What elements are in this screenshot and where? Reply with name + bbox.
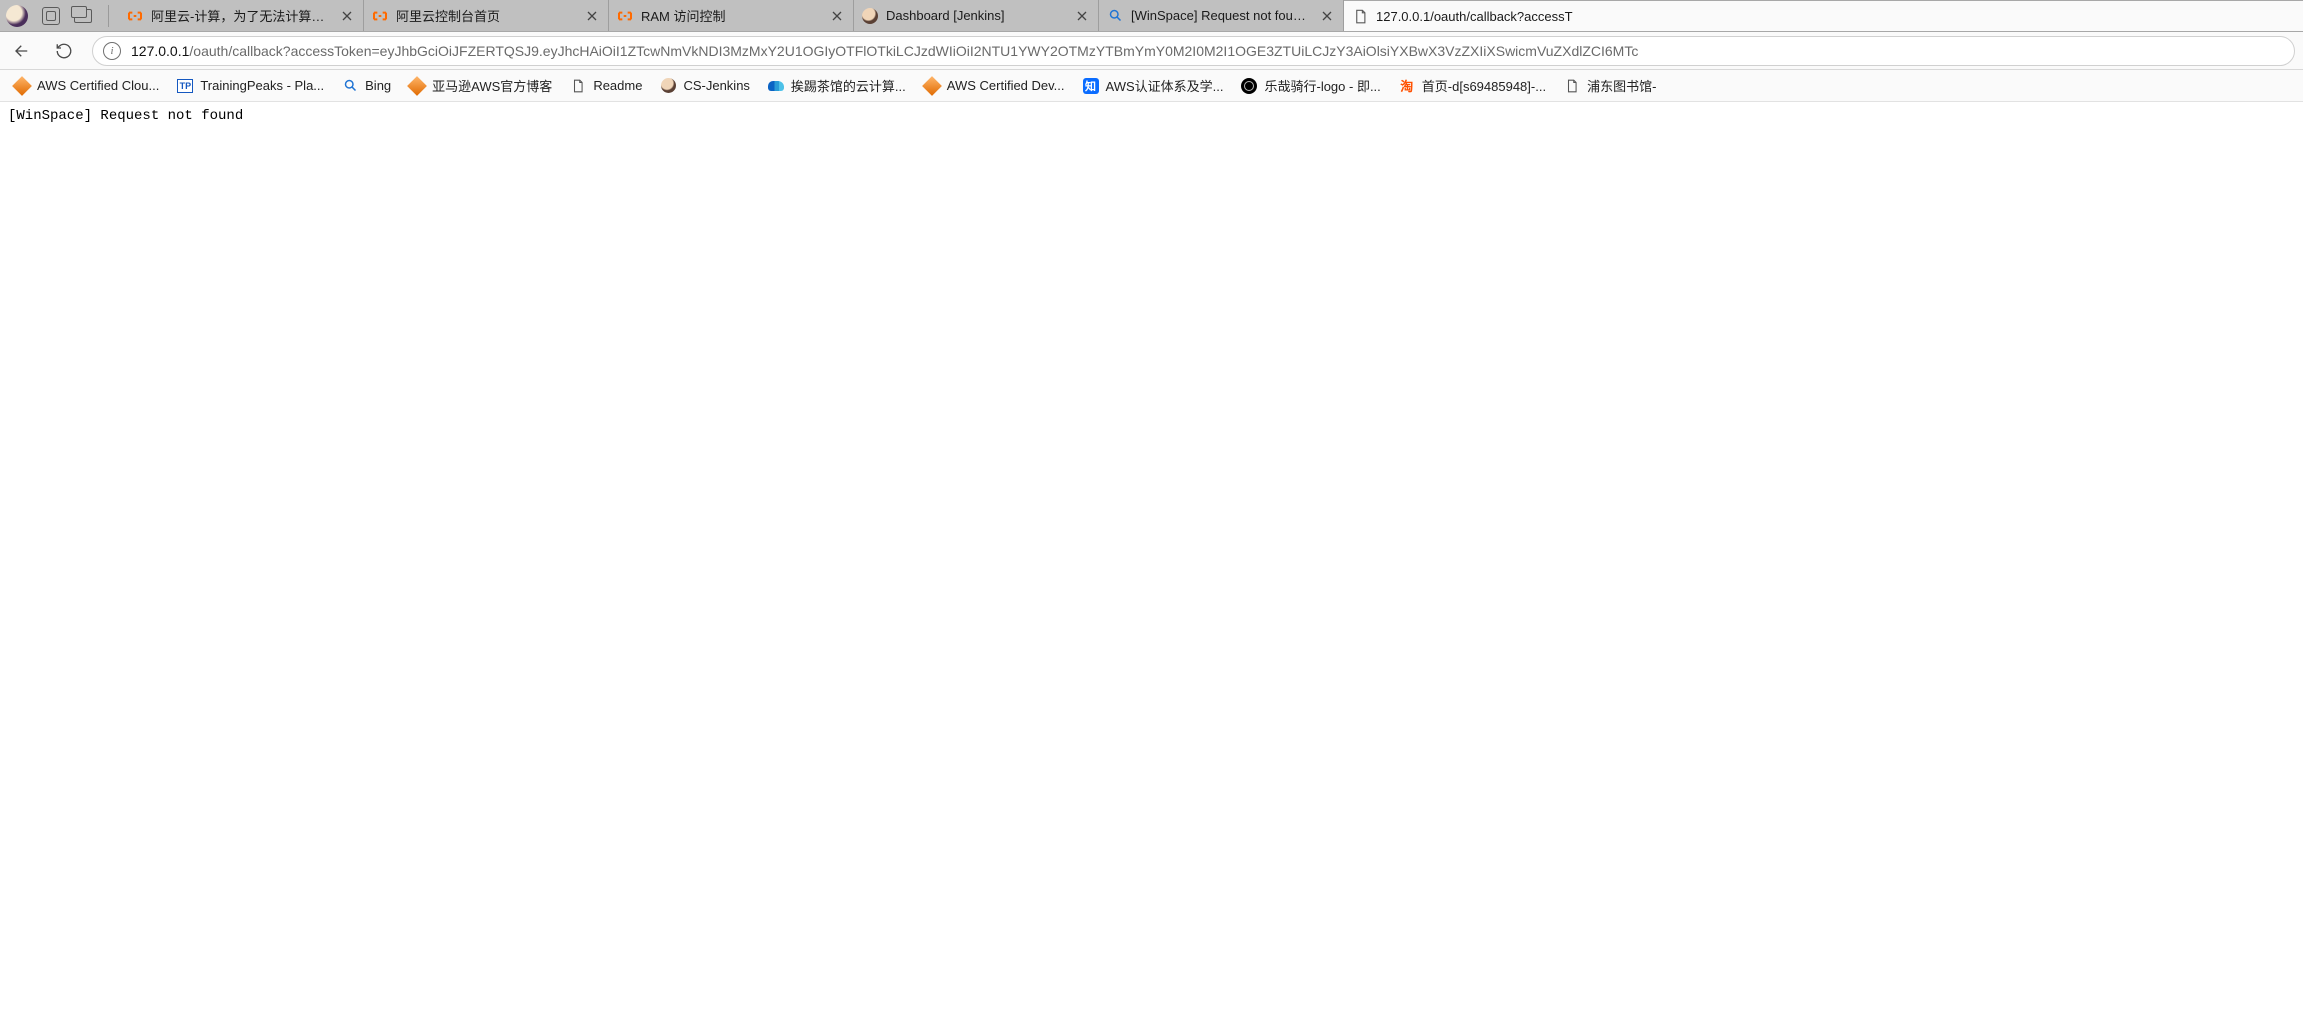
tab-label: RAM 访问控制 [641, 6, 821, 25]
bookmark-label: 挨踢茶馆的云计算... [791, 76, 906, 95]
tab-label: [WinSpace] Request not found - [1131, 8, 1311, 23]
aliyun-icon [617, 8, 633, 24]
jenkins-icon [862, 8, 878, 24]
page-content: [WinSpace] Request not found [0, 102, 2303, 130]
browser-tab-strip: 阿里云-计算，为了无法计算的价 阿里云控制台首页 RAM 访问控制 [0, 0, 2303, 32]
bookmark-label: 亚马逊AWS官方博客 [432, 76, 552, 95]
back-button[interactable] [8, 37, 36, 65]
jenkins-icon [661, 78, 676, 93]
bookmark-label: 乐哉骑行-logo - 即... [1264, 76, 1380, 95]
tab-aliyun-1[interactable]: 阿里云-计算，为了无法计算的价 [119, 0, 364, 31]
bookmark-label: Readme [593, 78, 642, 93]
bookmark-aws-zhihu[interactable]: 知 AWS认证体系及学... [1079, 72, 1228, 99]
bookmark-label: AWS认证体系及学... [1106, 76, 1224, 95]
cloud-icon [768, 81, 784, 91]
bookmark-label: Bing [365, 78, 391, 93]
tab-aliyun-2[interactable]: 阿里云控制台首页 [364, 0, 609, 31]
taobao-icon: 淘 [1399, 78, 1415, 94]
bookmark-label: TrainingPeaks - Pla... [200, 78, 324, 93]
bookmark-label: 浦东图书馆- [1587, 76, 1656, 95]
bookmark-label: AWS Certified Dev... [947, 78, 1065, 93]
profile-avatar-icon[interactable] [6, 5, 28, 27]
bookmark-label: CS-Jenkins [683, 78, 749, 93]
tab-close-icon[interactable] [339, 8, 355, 24]
site-info-icon[interactable]: i [103, 42, 121, 60]
tab-close-icon[interactable] [1319, 8, 1335, 24]
browser-toolbar: i 127.0.0.1/oauth/callback?accessToken=e… [0, 32, 2303, 70]
bookmark-aws-cloud[interactable]: AWS Certified Clou... [10, 74, 163, 98]
tab-label: 127.0.0.1/oauth/callback?accessT [1376, 9, 2295, 24]
tab-jenkins[interactable]: Dashboard [Jenkins] [854, 0, 1099, 31]
address-bar[interactable]: i 127.0.0.1/oauth/callback?accessToken=e… [92, 36, 2295, 66]
reload-button[interactable] [50, 37, 78, 65]
dark-logo-icon [1241, 78, 1257, 94]
tab-active-localhost[interactable]: 127.0.0.1/oauth/callback?accessT [1344, 0, 2303, 32]
bookmark-cs-jenkins[interactable]: CS-Jenkins [656, 74, 753, 98]
tab-label: 阿里云-计算，为了无法计算的价 [151, 6, 331, 25]
bookmark-aws-dev[interactable]: AWS Certified Dev... [920, 74, 1069, 98]
tab-close-icon[interactable] [584, 8, 600, 24]
aliyun-icon [127, 8, 143, 24]
aws-icon [12, 76, 32, 96]
tab-overview-icon[interactable] [74, 9, 92, 23]
bookmark-aws-blog[interactable]: 亚马逊AWS官方博客 [405, 72, 556, 99]
aws-icon [922, 76, 942, 96]
titlebar-left-controls [0, 0, 119, 31]
search-icon [1107, 8, 1123, 24]
bookmark-lezai[interactable]: 乐哉骑行-logo - 即... [1237, 72, 1384, 99]
zhihu-icon: 知 [1083, 78, 1099, 94]
aws-icon [407, 76, 427, 96]
trainingpeaks-icon: TP [177, 79, 193, 93]
document-icon [570, 78, 586, 94]
url-text: 127.0.0.1/oauth/callback?accessToken=eyJ… [131, 43, 2284, 59]
document-icon [1564, 78, 1580, 94]
tabs-container: 阿里云-计算，为了无法计算的价 阿里云控制台首页 RAM 访问控制 [119, 0, 2303, 31]
bookmark-trainingpeaks[interactable]: TP TrainingPeaks - Pla... [173, 74, 328, 98]
tab-label: 阿里云控制台首页 [396, 6, 576, 25]
tab-label: Dashboard [Jenkins] [886, 8, 1066, 23]
tab-close-icon[interactable] [829, 8, 845, 24]
tab-aliyun-ram[interactable]: RAM 访问控制 [609, 0, 854, 31]
workspaces-icon[interactable] [42, 7, 60, 25]
bookmark-label: AWS Certified Clou... [37, 78, 159, 93]
bing-icon [342, 78, 358, 94]
url-host: 127.0.0.1 [131, 43, 189, 59]
bookmark-readme[interactable]: Readme [566, 74, 646, 98]
bookmark-label: 首页-d[s69485948]-... [1422, 76, 1546, 95]
bookmarks-bar: AWS Certified Clou... TP TrainingPeaks -… [0, 70, 2303, 102]
bookmark-taobao[interactable]: 淘 首页-d[s69485948]-... [1395, 72, 1550, 99]
file-icon [1352, 9, 1368, 25]
page-body-text: [WinSpace] Request not found [8, 108, 243, 124]
tab-winspace[interactable]: [WinSpace] Request not found - [1099, 0, 1344, 31]
bookmark-cloud-tea[interactable]: 挨踢茶馆的云计算... [764, 72, 910, 99]
bookmark-pudong-library[interactable]: 浦东图书馆- [1560, 72, 1660, 99]
bookmark-bing[interactable]: Bing [338, 74, 395, 98]
url-path: /oauth/callback?accessToken=eyJhbGciOiJF… [189, 43, 1638, 59]
tab-close-icon[interactable] [1074, 8, 1090, 24]
separator [108, 5, 109, 27]
aliyun-icon [372, 8, 388, 24]
